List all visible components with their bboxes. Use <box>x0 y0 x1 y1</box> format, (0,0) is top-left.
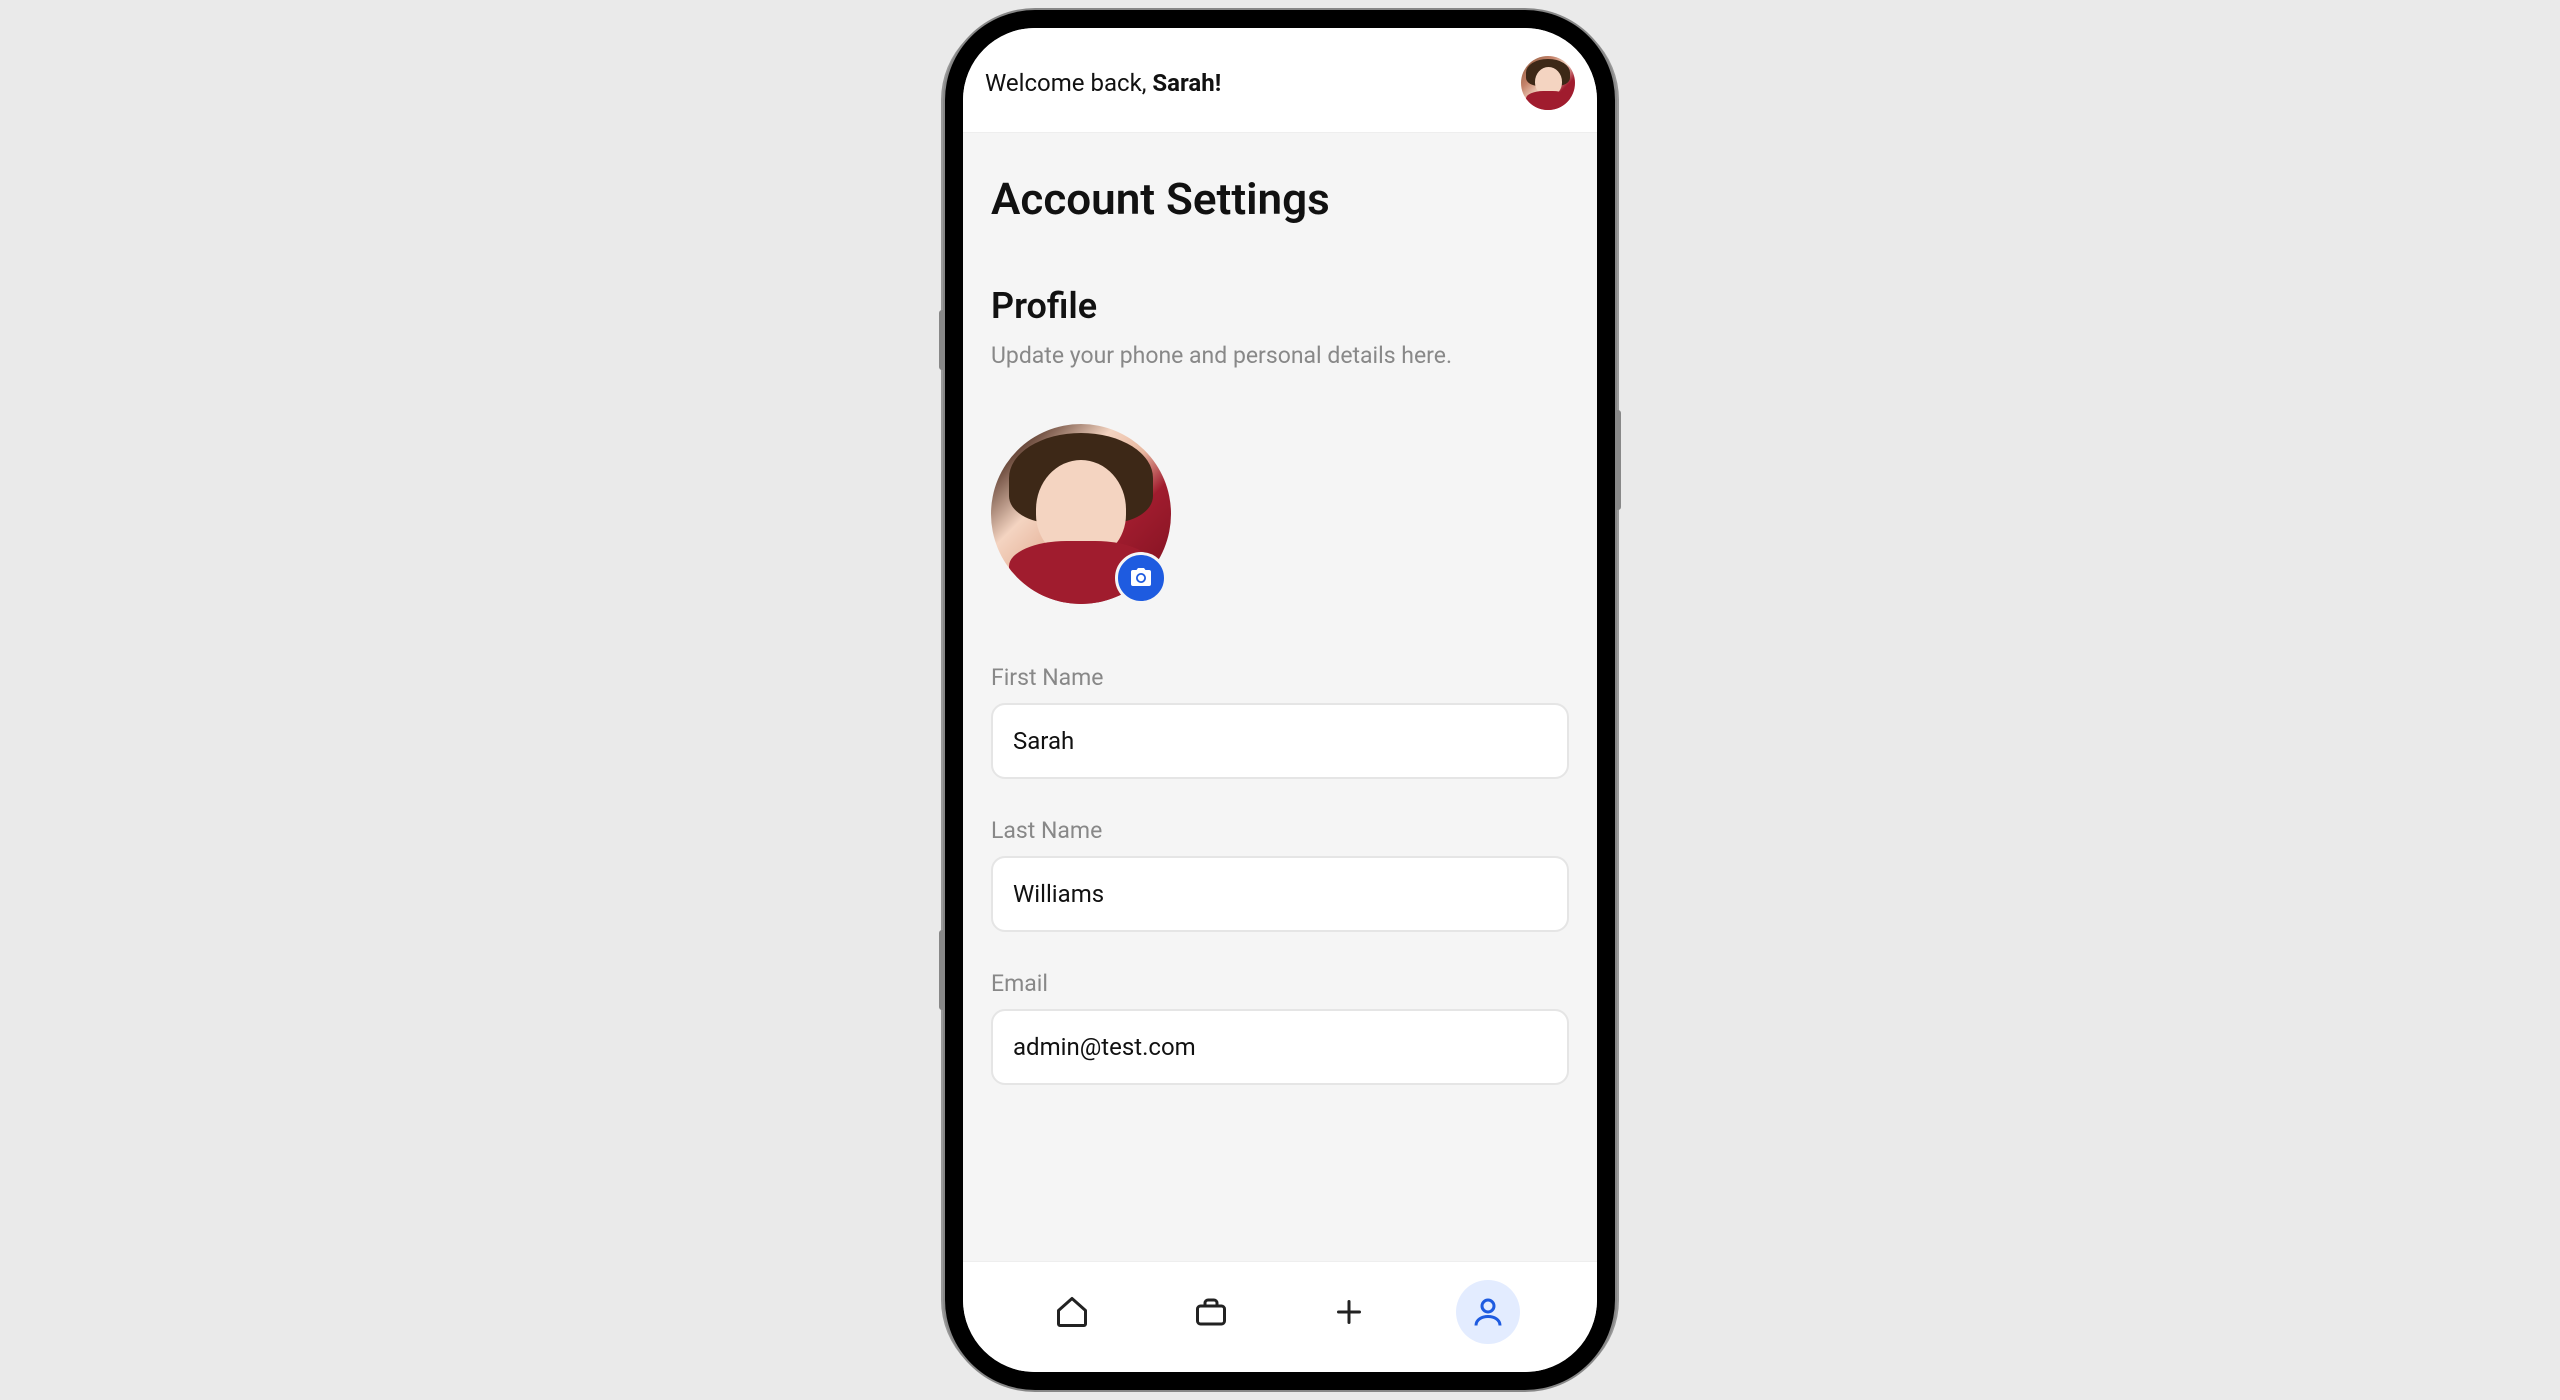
avatar-small[interactable] <box>1521 56 1575 110</box>
change-photo-button[interactable] <box>1115 552 1167 604</box>
welcome-prefix: Welcome back, <box>985 69 1152 97</box>
screen: Welcome back, Sarah! Account Settings Pr… <box>963 28 1597 1372</box>
first-name-input[interactable] <box>991 703 1569 779</box>
page-title: Account Settings <box>991 173 1569 225</box>
welcome-text: Welcome back, Sarah! <box>985 69 1221 97</box>
last-name-input[interactable] <box>991 856 1569 932</box>
profile-icon <box>1470 1294 1506 1330</box>
camera-icon <box>1129 566 1153 590</box>
section-description: Update your phone and personal details h… <box>991 339 1569 374</box>
phone-frame: Welcome back, Sarah! Account Settings Pr… <box>945 10 1615 1390</box>
section-title: Profile <box>991 285 1569 327</box>
nav-home[interactable] <box>1040 1280 1104 1344</box>
nav-profile[interactable] <box>1456 1280 1520 1344</box>
first-name-field: First Name <box>991 664 1569 779</box>
first-name-label: First Name <box>991 664 1569 691</box>
briefcase-icon <box>1193 1294 1229 1330</box>
email-label: Email <box>991 970 1569 997</box>
last-name-field: Last Name <box>991 817 1569 932</box>
email-input[interactable] <box>991 1009 1569 1085</box>
header: Welcome back, Sarah! <box>963 28 1597 133</box>
welcome-user-name: Sarah! <box>1152 69 1221 97</box>
nav-add[interactable] <box>1317 1280 1381 1344</box>
content-area: Account Settings Profile Update your pho… <box>963 133 1597 1261</box>
email-field: Email <box>991 970 1569 1085</box>
bottom-nav <box>963 1261 1597 1372</box>
last-name-label: Last Name <box>991 817 1569 844</box>
avatar-editor <box>991 424 1171 604</box>
home-icon <box>1054 1294 1090 1330</box>
plus-icon <box>1331 1294 1367 1330</box>
nav-briefcase[interactable] <box>1179 1280 1243 1344</box>
